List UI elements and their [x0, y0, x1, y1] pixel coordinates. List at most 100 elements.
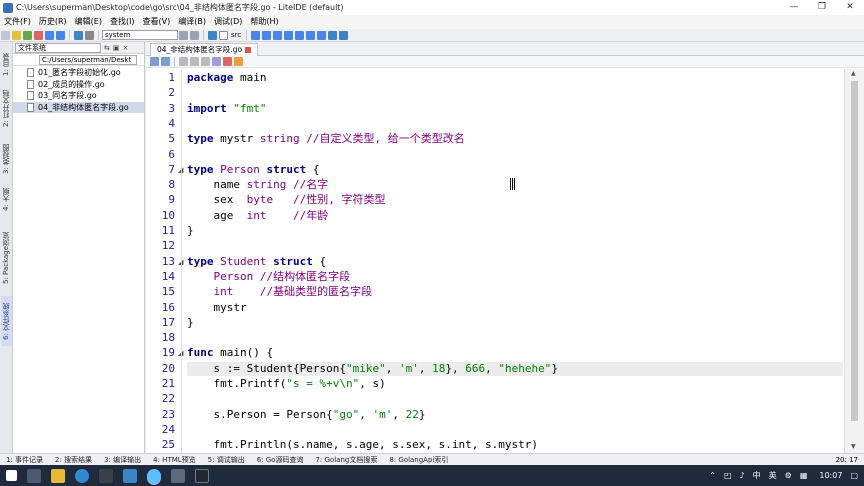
- code-line[interactable]: }: [187, 224, 194, 238]
- open-project-icon[interactable]: [23, 30, 32, 40]
- volume-icon[interactable]: ♪: [740, 471, 745, 480]
- undo-icon[interactable]: [150, 57, 159, 66]
- menu-view[interactable]: 查看(V): [139, 15, 175, 29]
- cut-icon[interactable]: [179, 57, 188, 66]
- code-line[interactable]: int //基础类型的匿名字段: [187, 285, 373, 299]
- menu-edit[interactable]: 编辑(E): [71, 15, 106, 29]
- tab-search-results[interactable]: 2: 搜索结果: [55, 455, 92, 465]
- path-combo[interactable]: C:/Users/superman/Deskt: [39, 54, 137, 65]
- file-item-selected[interactable]: 04_非结构体匿名字段.go: [13, 101, 144, 113]
- tab-debug-output[interactable]: 5: 调试输出: [208, 455, 245, 465]
- chevron-up-icon[interactable]: ⌃: [709, 471, 716, 480]
- run-icon[interactable]: [273, 30, 283, 40]
- notification-icon[interactable]: ▢: [850, 471, 858, 480]
- debug-icon[interactable]: [317, 30, 327, 40]
- terminal-icon[interactable]: [99, 468, 113, 483]
- file-item[interactable]: 01_匿名字段初始化.go: [13, 67, 144, 79]
- scrollbar-thumb[interactable]: [851, 81, 858, 421]
- copy-icon[interactable]: [190, 57, 199, 66]
- file-item[interactable]: 02_成员的操作.go: [13, 79, 144, 91]
- tab-build-output[interactable]: 3: 编译输出: [104, 455, 141, 465]
- ime-language[interactable]: 中: [753, 470, 761, 481]
- ime-mode[interactable]: 英: [769, 470, 777, 481]
- save-icon[interactable]: [45, 30, 54, 40]
- maximize-button[interactable]: ❐: [808, 0, 836, 15]
- stop-icon[interactable]: [223, 57, 232, 66]
- network-icon[interactable]: ◰: [724, 471, 732, 480]
- notes-app-icon[interactable]: [123, 468, 137, 483]
- tab-golang-doc-search[interactable]: 7: Golang文档搜索: [315, 455, 377, 465]
- code-text[interactable]: package main import "fmt" type mystr strin…: [187, 69, 843, 467]
- code-line[interactable]: s.Person = Person{"go", 'm', 22}: [187, 408, 425, 422]
- close-file-icon[interactable]: [34, 30, 43, 40]
- code-line[interactable]: func main() {: [187, 346, 273, 360]
- build-all-icon[interactable]: [262, 30, 272, 40]
- app-taskbar-icon[interactable]: [171, 468, 185, 483]
- file-item[interactable]: 03_同名字段.go: [13, 90, 144, 102]
- split-icon[interactable]: ⇆: [104, 44, 110, 52]
- code-line[interactable]: Person //结构体匿名字段: [187, 270, 350, 284]
- tab-directory[interactable]: 1: 目录: [1, 46, 12, 82]
- tab-file-system[interactable]: 6: 文件系统: [1, 296, 12, 346]
- close-button[interactable]: ✕: [836, 0, 864, 15]
- tab-golang-api-index[interactable]: 8: GolangApi索引: [389, 455, 448, 465]
- paste-icon[interactable]: [201, 57, 210, 66]
- float-icon[interactable]: ▣: [113, 44, 120, 52]
- tab-outline[interactable]: 4: 大纲: [1, 186, 12, 212]
- code-line[interactable]: sex byte //性别, 字符类型: [187, 193, 385, 207]
- code-line[interactable]: name string //名字: [187, 178, 328, 192]
- vertical-scrollbar[interactable]: ▲ ▼: [844, 69, 864, 453]
- menu-history[interactable]: 历史(R): [35, 15, 71, 29]
- refresh-environment-icon[interactable]: [190, 30, 199, 40]
- code-line[interactable]: type mystr string //自定义类型, 给一个类型改名: [187, 132, 465, 146]
- tab-package-browser[interactable]: 5: Package浏览: [1, 228, 12, 288]
- code-line[interactable]: import "fmt": [187, 102, 267, 116]
- code-line[interactable]: fmt.Println(s.name, s.age, s.sex, s.int,…: [187, 438, 538, 452]
- liteide-taskbar-icon[interactable]: [147, 468, 161, 483]
- replace-icon[interactable]: [85, 30, 94, 40]
- edit-environment-icon[interactable]: [179, 30, 188, 40]
- tab-class-view[interactable]: 3: 类视图: [1, 140, 12, 178]
- clock[interactable]: 10:07: [819, 471, 842, 480]
- code-line[interactable]: }: [187, 316, 194, 330]
- find-icon[interactable]: [74, 30, 83, 40]
- file-explorer-icon[interactable]: [51, 468, 65, 483]
- test-icon[interactable]: [306, 30, 316, 40]
- run-term-icon[interactable]: [284, 30, 294, 40]
- tab-html-preview[interactable]: 4: HTML预览: [153, 455, 196, 465]
- code-line[interactable]: type Student struct {: [187, 255, 326, 269]
- menu-build[interactable]: 编译(B): [174, 15, 210, 29]
- editor-tab[interactable]: 04_非结构体匿名字段.go: [150, 43, 259, 56]
- scroll-down-icon[interactable]: ▼: [851, 443, 856, 450]
- scroll-up-icon[interactable]: ▲: [851, 70, 856, 77]
- build-icon[interactable]: [251, 30, 261, 40]
- code-line[interactable]: package main: [187, 71, 266, 85]
- keyboard-icon[interactable]: ▦: [800, 471, 808, 480]
- new-file-icon[interactable]: [1, 30, 10, 40]
- goimports-icon[interactable]: [339, 30, 349, 40]
- task-view-icon[interactable]: [27, 468, 41, 483]
- src-checkbox[interactable]: [219, 30, 228, 40]
- tab-event-log[interactable]: 1: 事件记录: [6, 455, 43, 465]
- menu-find[interactable]: 查找(I): [106, 15, 139, 29]
- code-line[interactable]: type Person struct {: [187, 163, 319, 177]
- minimize-button[interactable]: —: [780, 0, 808, 15]
- code-line[interactable]: s := Student{Person{"mike", 'm', 18}, 66…: [187, 361, 843, 376]
- settings-icon[interactable]: ⚙: [785, 471, 792, 480]
- menu-debug[interactable]: 调试(D): [210, 15, 246, 29]
- lock-icon[interactable]: [212, 57, 221, 66]
- gopath-icon[interactable]: [208, 30, 217, 40]
- gofmt-icon[interactable]: [328, 30, 338, 40]
- open-folder-icon[interactable]: [12, 30, 21, 40]
- tab-close-icon[interactable]: [245, 47, 252, 53]
- tab-go-source-query[interactable]: 6: Go源码查询: [257, 455, 304, 465]
- environment-select[interactable]: system: [102, 30, 178, 40]
- code-line[interactable]: fmt.Printf("s = %+v\n", s): [187, 377, 385, 391]
- save-all-icon[interactable]: [56, 30, 65, 40]
- start-windows-icon[interactable]: [6, 470, 17, 481]
- cmd-taskbar-icon[interactable]: [195, 468, 209, 483]
- code-line[interactable]: age int //年龄: [187, 209, 328, 223]
- browser-icon[interactable]: [75, 468, 89, 483]
- panel-select[interactable]: 文件系统: [15, 42, 101, 53]
- menu-help[interactable]: 帮助(H): [246, 15, 282, 29]
